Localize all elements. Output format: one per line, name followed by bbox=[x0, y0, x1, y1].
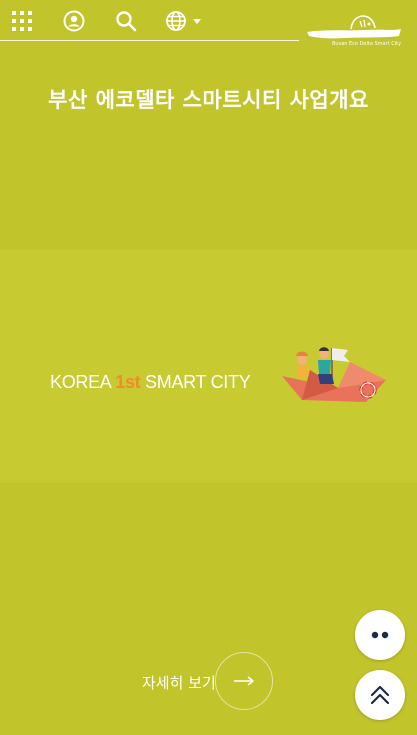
banner-text-suffix: SMART CITY bbox=[140, 372, 251, 392]
globe-icon bbox=[166, 11, 186, 31]
language-selector[interactable] bbox=[165, 8, 209, 34]
view-details-link[interactable]: 자세히 보기 bbox=[142, 652, 277, 712]
arrow-right-icon bbox=[215, 652, 273, 710]
scroll-top-icon bbox=[370, 685, 390, 705]
banner-text-accent: 1st bbox=[115, 372, 141, 392]
view-details-label: 자세히 보기 bbox=[142, 673, 216, 692]
page-title: 부산 에코델타 스마트시티 사업개요 bbox=[48, 88, 369, 112]
more-menu-button[interactable] bbox=[355, 610, 405, 660]
grid-menu-icon[interactable] bbox=[9, 8, 35, 34]
caret-down-icon bbox=[193, 19, 201, 24]
user-icon[interactable] bbox=[61, 8, 87, 34]
banner-text: KOREA 1st SMART CITY bbox=[50, 372, 251, 393]
banner-text-prefix: KOREA bbox=[50, 372, 116, 392]
paper-boat-illustration bbox=[280, 340, 390, 406]
scroll-to-top-button[interactable] bbox=[355, 670, 405, 720]
top-navigation-bar: Busan Eco Delta Smart City bbox=[0, 0, 417, 47]
search-icon[interactable] bbox=[113, 8, 139, 34]
header-divider bbox=[0, 40, 299, 41]
more-dots-icon bbox=[371, 631, 389, 639]
logo-caption: Busan Eco Delta Smart City bbox=[332, 41, 402, 47]
